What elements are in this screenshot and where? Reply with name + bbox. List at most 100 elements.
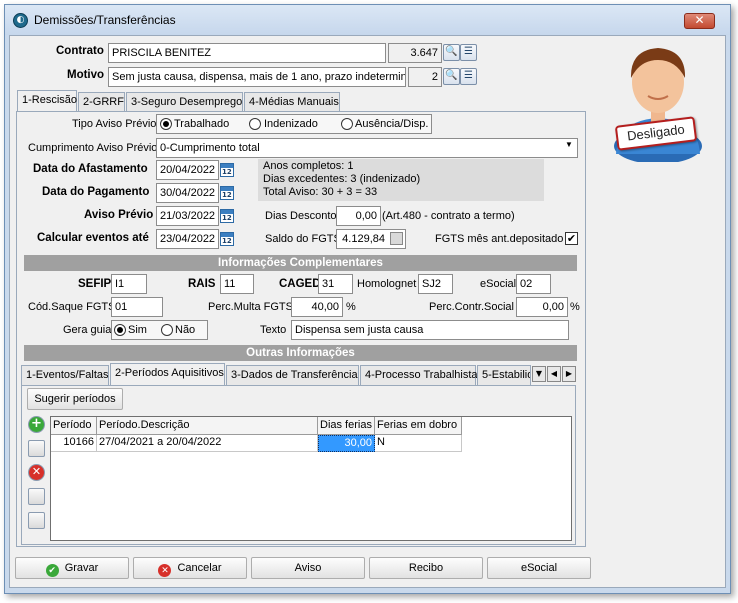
- sefip-label: SEFIP: [78, 278, 112, 290]
- esocial-button[interactable]: eSocial: [487, 557, 591, 579]
- dias-desconto-note: (Art.480 - contrato a termo): [382, 210, 515, 222]
- homolognet-label: Homolognet: [357, 278, 417, 290]
- data-afastamento-label: Data do Afastamento: [33, 163, 148, 175]
- data-afastamento-field[interactable]: 20/04/2022: [156, 160, 219, 180]
- radio-gera-guia-sim[interactable]: [114, 324, 126, 336]
- cancelar-button[interactable]: ✕ Cancelar: [133, 557, 247, 579]
- data-pagamento-field[interactable]: 30/04/2022: [156, 183, 219, 203]
- motivo-field[interactable]: Sem justa causa, dispensa, mais de 1 ano…: [108, 67, 406, 87]
- tab-processo-trabalhista[interactable]: 4-Processo Trabalhista: [360, 365, 478, 385]
- radio-gera-guia-sim-label: Sim: [128, 324, 147, 336]
- tab-rescisao[interactable]: 1-Rescisão: [17, 90, 77, 112]
- tab-next-icon[interactable]: ▶: [562, 366, 576, 382]
- outras-header: Outras Informações: [24, 345, 577, 361]
- window-title: Demissões/Transferências: [34, 13, 176, 27]
- motivo-search-icon[interactable]: 🔍: [443, 68, 460, 85]
- calendar-icon[interactable]: 12: [220, 209, 234, 223]
- texto-field[interactable]: Dispensa sem justa causa: [291, 320, 569, 340]
- caged-label: CAGED: [279, 278, 321, 290]
- perc-multa-field[interactable]: 40,00: [291, 297, 343, 317]
- motivo-number-field[interactable]: 2: [408, 67, 442, 87]
- rais-field[interactable]: 11: [220, 274, 254, 294]
- caged-field[interactable]: 31: [318, 274, 353, 294]
- table-cell-descricao[interactable]: 27/04/2021 a 20/04/2022: [97, 435, 318, 452]
- motivo-label: Motivo: [67, 69, 105, 81]
- esocial-field[interactable]: 02: [516, 274, 551, 294]
- radio-gera-guia-nao[interactable]: [161, 324, 173, 336]
- tab-eventos-faltas[interactable]: 1-Eventos/Faltas: [21, 365, 109, 385]
- dialog-body: Contrato PRISCILA BENITEZ 3.647 🔍 ☰ Moti…: [9, 35, 726, 588]
- perc-contr-unit: %: [570, 301, 580, 313]
- contrato-field[interactable]: PRISCILA BENITEZ: [108, 43, 386, 63]
- delete-icon[interactable]: ✕: [28, 464, 45, 481]
- aviso-previo-field[interactable]: 21/03/2022: [156, 206, 219, 226]
- calcular-field[interactable]: 23/04/2022: [156, 229, 219, 249]
- sugerir-periodos-button[interactable]: Sugerir períodos: [27, 388, 123, 410]
- sefip-field[interactable]: I1: [111, 274, 147, 294]
- tab-prev-icon[interactable]: ◀: [547, 366, 561, 382]
- tab-estabilidade[interactable]: 5-Estabilid: [477, 365, 531, 385]
- tab-medias-manuais[interactable]: 4-Médias Manuais: [244, 92, 340, 112]
- fgts-mes-checkbox[interactable]: ✔: [565, 232, 578, 245]
- tab-seguro-desemprego[interactable]: 3-Seguro Desemprego: [126, 92, 243, 112]
- calendar-icon[interactable]: 12: [220, 163, 234, 177]
- chevron-down-icon[interactable]: ▼: [565, 140, 573, 149]
- recibo-button[interactable]: Recibo: [369, 557, 483, 579]
- contrato-number-field[interactable]: 3.647: [388, 43, 442, 63]
- aviso-previo-label: Aviso Prévio: [84, 209, 154, 221]
- periodos-grid: Período Período.Descrição Dias ferias Fe…: [50, 416, 572, 541]
- calcular-label: Calcular eventos até: [37, 232, 149, 244]
- esocial-label: eSocial: [480, 278, 517, 290]
- complementares-header: Informações Complementares: [24, 255, 577, 271]
- outras-tab-strip: 1-Eventos/Faltas 2-Períodos Aquisitivos …: [21, 363, 581, 387]
- table-cell-dias-ferias[interactable]: 30,00: [318, 435, 375, 452]
- tab-menu-icon[interactable]: ▼: [532, 366, 546, 382]
- perc-multa-label: Perc.Multa FGTS: [208, 301, 293, 313]
- column-header[interactable]: Dias ferias: [318, 417, 375, 435]
- saldo-fgts-label: Saldo do FGTS: [265, 233, 341, 245]
- table-cell-ferias-dobro[interactable]: N: [375, 435, 462, 452]
- radio-ausencia[interactable]: [341, 118, 353, 130]
- contrato-list-icon[interactable]: ☰: [460, 44, 477, 61]
- fgts-mes-label: FGTS mês ant.depositado: [435, 233, 564, 245]
- table-cell-periodo[interactable]: 10166: [51, 435, 97, 452]
- radio-gera-guia-nao-label: Não: [175, 324, 196, 336]
- close-button[interactable]: ✕: [684, 13, 715, 29]
- column-header[interactable]: Período.Descrição: [97, 417, 318, 435]
- calendar-icon[interactable]: 12: [220, 186, 234, 200]
- tab-periodos-aquisitivos[interactable]: 2-Períodos Aquisitivos: [110, 363, 225, 385]
- tab-dados-transferencia[interactable]: 3-Dados de Transferência: [226, 365, 359, 385]
- copy-icon[interactable]: [28, 488, 45, 505]
- cancelar-label: Cancelar: [177, 562, 222, 574]
- title-bar[interactable]: ◐ Demissões/Transferências ✕: [5, 5, 730, 35]
- column-header[interactable]: Ferias em dobro: [375, 417, 462, 435]
- radio-trabalhado[interactable]: [160, 118, 172, 130]
- app-icon: ◐: [13, 13, 28, 28]
- radio-indenizado[interactable]: [249, 118, 261, 130]
- calendar-icon[interactable]: 12: [220, 232, 234, 246]
- column-header[interactable]: Período: [51, 417, 97, 435]
- export-icon[interactable]: [28, 512, 45, 529]
- perc-contr-label: Perc.Contr.Social: [429, 301, 514, 313]
- cancel-icon: ✕: [158, 564, 172, 577]
- radio-indenizado-label: Indenizado: [264, 118, 318, 130]
- data-pagamento-label: Data do Pagamento: [42, 186, 150, 198]
- calculator-icon[interactable]: [390, 232, 403, 245]
- dias-desconto-field[interactable]: 0,00: [336, 206, 381, 226]
- homolognet-field[interactable]: SJ2: [418, 274, 453, 294]
- edit-icon[interactable]: [28, 440, 45, 457]
- aviso-button[interactable]: Aviso: [251, 557, 365, 579]
- contrato-label: Contrato: [56, 45, 104, 57]
- dias-desconto-label: Dias Desconto: [265, 210, 337, 222]
- add-icon[interactable]: +: [28, 416, 45, 433]
- gravar-button[interactable]: ✔ Gravar: [15, 557, 129, 579]
- cod-saque-field[interactable]: 01: [111, 297, 163, 317]
- tipo-aviso-label: Tipo Aviso Prévio: [72, 118, 157, 130]
- info-dias: Dias excedentes: 3 (indenizado): [263, 173, 421, 185]
- motivo-list-icon[interactable]: ☰: [460, 68, 477, 85]
- gera-guia-label: Gera guia: [63, 324, 112, 336]
- perc-contr-field[interactable]: 0,00: [516, 297, 568, 317]
- cumprimento-select[interactable]: 0-Cumprimento total: [156, 138, 578, 158]
- tab-grrf[interactable]: 2-GRRF: [78, 92, 125, 112]
- contrato-search-icon[interactable]: 🔍: [443, 44, 460, 61]
